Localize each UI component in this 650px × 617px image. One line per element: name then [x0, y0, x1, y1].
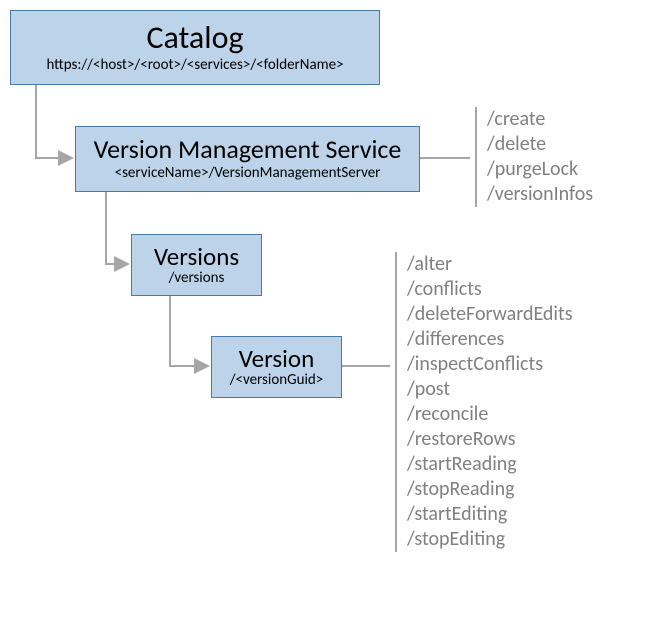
node-catalog: Catalog https://<host>/<root>/<services>… [10, 10, 380, 85]
node-versions-subtitle: /versions [169, 270, 225, 287]
endpoints-vms: /create /delete /purgeLock /versionInfos [475, 107, 593, 207]
endpoint-item: /purgeLock [487, 157, 593, 182]
node-version-title: Version [239, 346, 315, 372]
endpoint-item: /inspectConflicts [407, 352, 573, 377]
endpoint-item: /startEditing [407, 502, 573, 527]
endpoint-item: /stopReading [407, 477, 573, 502]
node-versions: Versions /versions [131, 234, 262, 296]
node-vms-title: Version Management Service [94, 136, 402, 163]
endpoint-item: /versionInfos [487, 182, 593, 207]
node-catalog-title: Catalog [146, 21, 243, 55]
endpoint-item: /post [407, 377, 573, 402]
node-catalog-subtitle: https://<host>/<root>/<services>/<folder… [46, 57, 343, 74]
endpoint-item: /reconcile [407, 402, 573, 427]
node-vms-subtitle: <serviceName>/VersionManagementServer [115, 165, 381, 182]
endpoints-version: /alter /conflicts /deleteForwardEdits /d… [395, 252, 573, 552]
endpoint-item: /create [487, 107, 593, 132]
node-version-subtitle: /<versionGuid> [230, 372, 324, 389]
endpoint-item: /differences [407, 327, 573, 352]
endpoint-item: /conflicts [407, 277, 573, 302]
node-version: Version /<versionGuid> [211, 336, 342, 398]
endpoint-item: /restoreRows [407, 427, 573, 452]
endpoint-item: /alter [407, 252, 573, 277]
diagram-canvas: Catalog https://<host>/<root>/<services>… [0, 0, 650, 617]
node-versions-title: Versions [154, 244, 239, 270]
endpoint-item: /delete [487, 132, 593, 157]
endpoint-item: /deleteForwardEdits [407, 302, 573, 327]
endpoint-item: /stopEditing [407, 527, 573, 552]
node-version-management-service: Version Management Service <serviceName>… [75, 126, 420, 192]
endpoint-item: /startReading [407, 452, 573, 477]
